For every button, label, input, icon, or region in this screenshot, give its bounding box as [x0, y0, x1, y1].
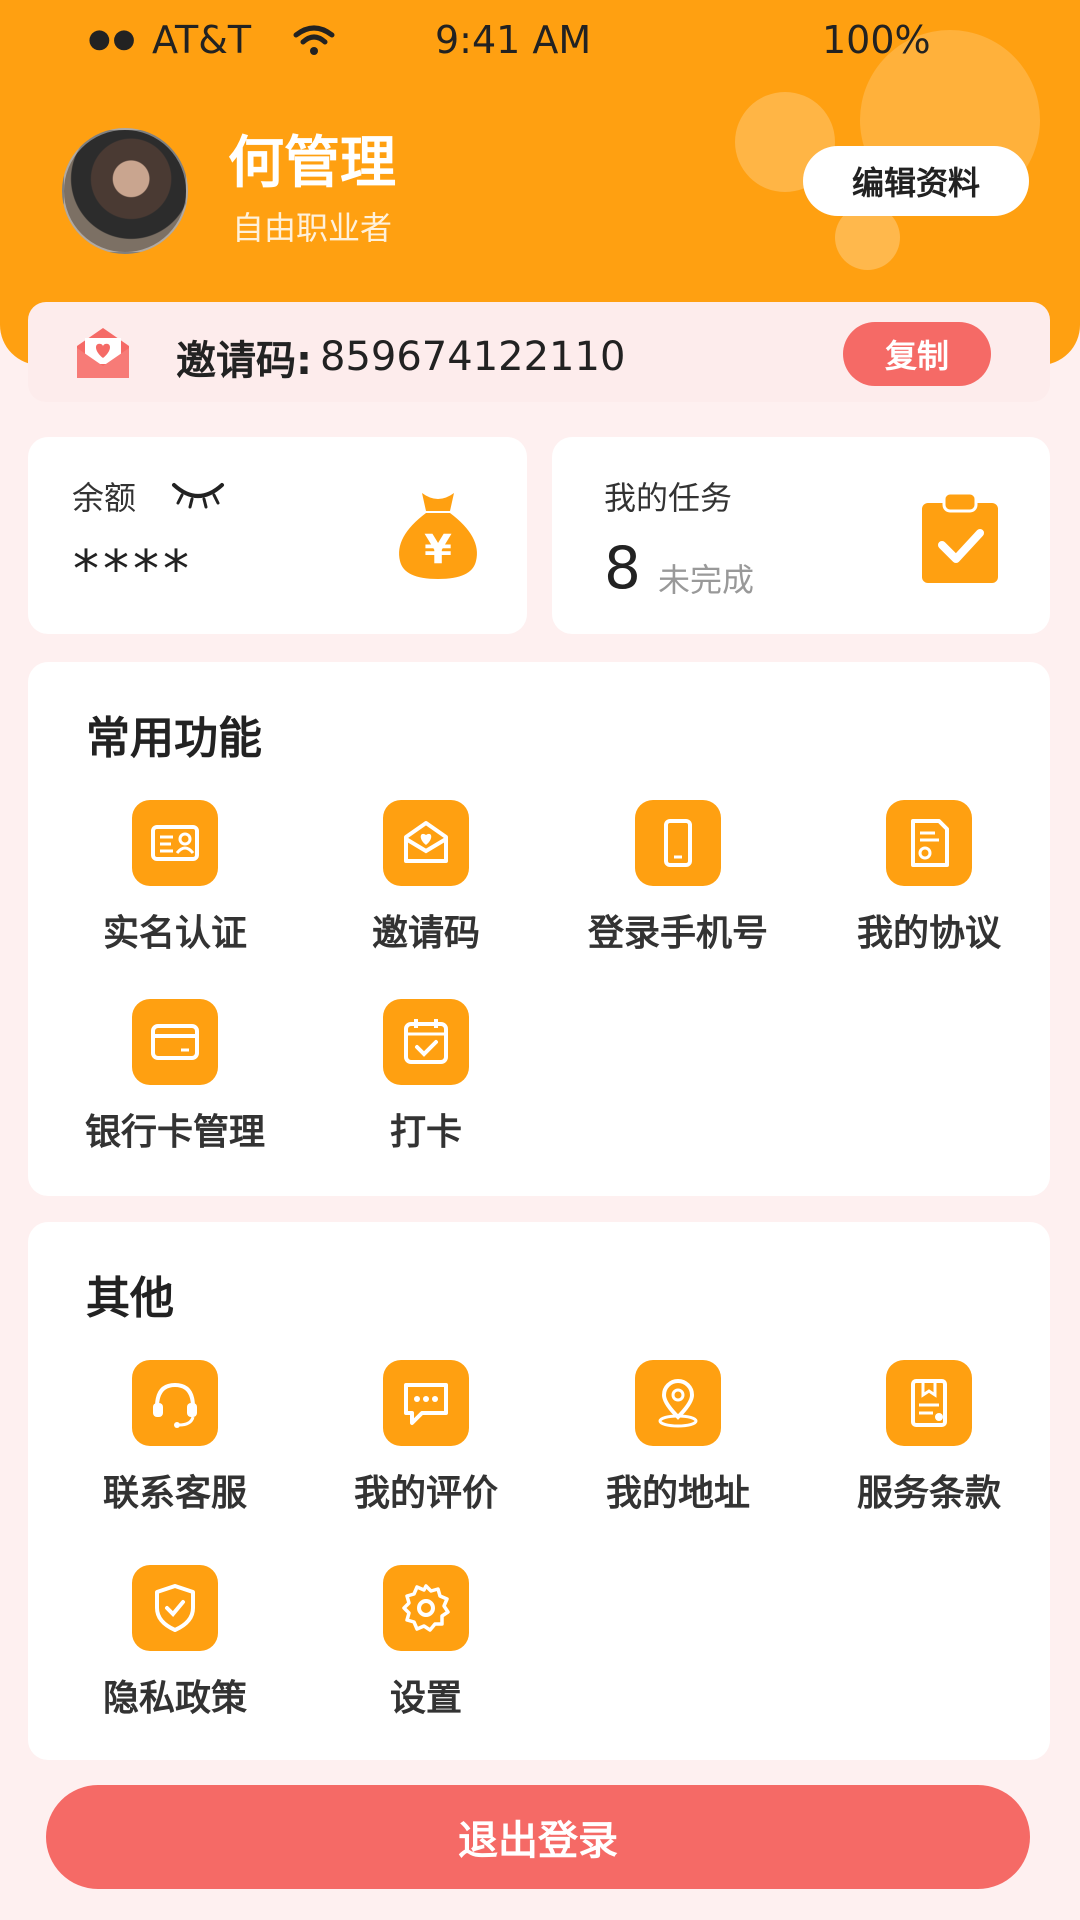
calendar-check-icon [383, 999, 469, 1085]
balance-value: **** [73, 540, 193, 600]
tasks-label: 我的任务 [604, 479, 733, 517]
id-card-icon [132, 800, 218, 886]
func-label: 打卡 [389, 1112, 462, 1153]
func-label: 我的评价 [353, 1473, 498, 1514]
func-my-address[interactable]: 我的地址 [553, 1360, 803, 1520]
invite-code-value: 859674122110 [320, 334, 626, 380]
carrier-label: AT&T [152, 18, 252, 62]
signal-dots-icon: ●● [88, 24, 138, 54]
shield-check-icon [132, 1565, 218, 1651]
avatar[interactable] [62, 128, 188, 254]
wifi-icon [292, 22, 336, 66]
envelope-heart-icon [73, 326, 133, 382]
clock-label: 9:41 AM [435, 18, 592, 62]
invite-code-text: 邀请码: 859674122110 [176, 328, 625, 386]
func-bank-card-management[interactable]: 银行卡管理 [50, 999, 300, 1159]
balance-card[interactable]: 余额 **** ¥ [28, 437, 527, 634]
func-my-agreement[interactable]: 我的协议 [804, 800, 1054, 960]
func-invite-code[interactable]: 邀请码 [301, 800, 551, 960]
status-bar: ●● AT&T 9:41 AM 100% [0, 0, 1080, 80]
invite-code-bar: 邀请码: 859674122110 复制 [28, 302, 1050, 402]
func-login-phone[interactable]: 登录手机号 [553, 800, 803, 960]
clipboard-check-icon [912, 489, 1008, 585]
section-title: 常用功能 [86, 713, 262, 764]
battery-label: 100% [822, 18, 931, 62]
location-pin-icon [635, 1360, 721, 1446]
tasks-status: 未完成 [658, 561, 755, 599]
section-title: 其他 [86, 1273, 174, 1324]
func-label: 我的地址 [605, 1473, 750, 1514]
func-label: 实名认证 [102, 913, 247, 954]
terms-icon [886, 1360, 972, 1446]
copy-button[interactable]: 复制 [843, 322, 991, 386]
common-functions-section: 常用功能 实名认证 邀请码 登录手机号 我的协议 银行卡管理 打卡 [28, 662, 1050, 1196]
func-contact-support[interactable]: 联系客服 [50, 1360, 300, 1520]
headset-icon [132, 1360, 218, 1446]
func-privacy-policy[interactable]: 隐私政策 [50, 1565, 300, 1725]
func-label: 邀请码 [371, 913, 480, 954]
svg-text:¥: ¥ [424, 527, 452, 573]
func-real-name-verification[interactable]: 实名认证 [50, 800, 300, 960]
logout-button[interactable]: 退出登录 [46, 1785, 1030, 1889]
tasks-count: 8 [604, 534, 641, 602]
my-tasks-card[interactable]: 我的任务 8 未完成 [552, 437, 1050, 634]
func-label: 我的协议 [856, 913, 1001, 954]
phone-icon [635, 800, 721, 886]
func-my-reviews[interactable]: 我的评价 [301, 1360, 551, 1520]
user-occupation: 自由职业者 [232, 209, 393, 247]
user-name: 何管理 [228, 131, 396, 196]
balance-label: 余额 [72, 479, 137, 517]
func-terms-of-service[interactable]: 服务条款 [804, 1360, 1054, 1520]
func-label: 银行卡管理 [84, 1112, 265, 1153]
func-check-in[interactable]: 打卡 [301, 999, 551, 1159]
eye-closed-icon[interactable] [170, 477, 226, 509]
func-label: 联系客服 [102, 1473, 247, 1514]
func-label: 隐私政策 [102, 1678, 247, 1719]
func-label: 登录手机号 [587, 913, 768, 954]
document-icon [886, 800, 972, 886]
envelope-heart-icon [383, 800, 469, 886]
other-section: 其他 联系客服 我的评价 我的地址 服务条款 隐私政策 设置 [28, 1222, 1050, 1760]
edit-profile-button[interactable]: 编辑资料 [803, 146, 1029, 216]
func-settings[interactable]: 设置 [301, 1565, 551, 1725]
invite-code-label: 邀请码: [176, 338, 312, 384]
func-label: 设置 [389, 1678, 462, 1719]
money-bag-icon: ¥ [388, 485, 488, 585]
func-label: 服务条款 [856, 1473, 1001, 1514]
chat-bubble-icon [383, 1360, 469, 1446]
gear-icon [383, 1565, 469, 1651]
bank-card-icon [132, 999, 218, 1085]
